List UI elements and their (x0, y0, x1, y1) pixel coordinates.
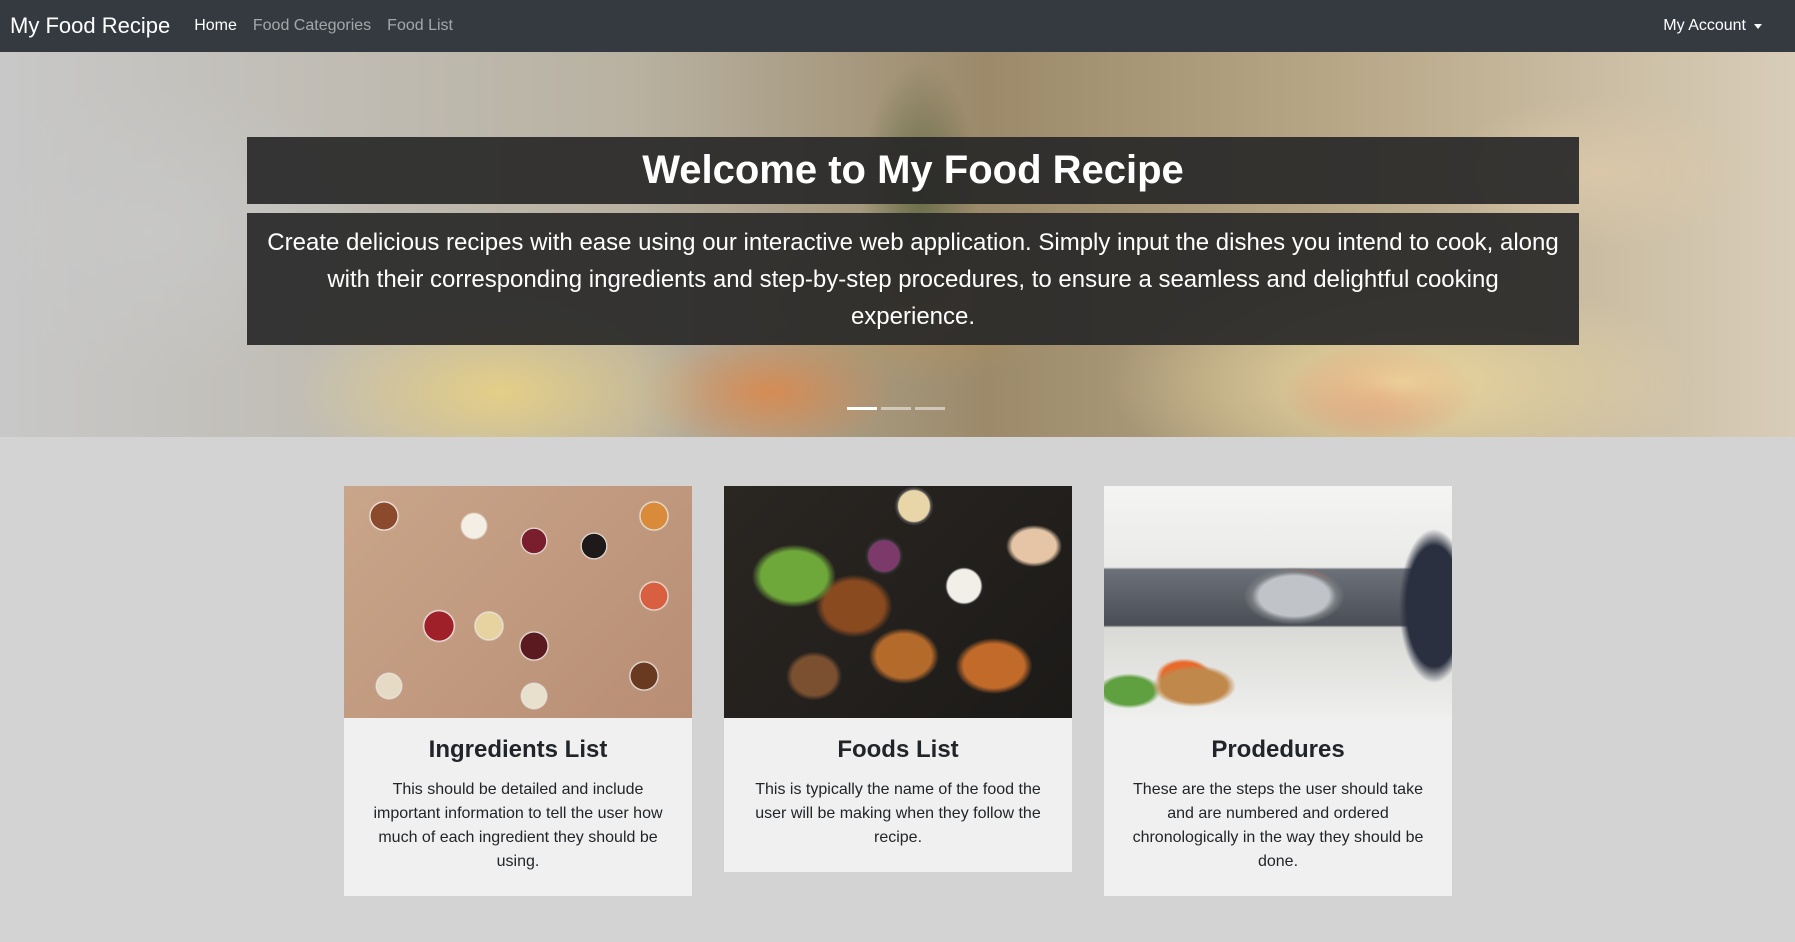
nav-links: Home Food Categories Food List (194, 17, 453, 35)
nav-link-food-categories[interactable]: Food Categories (253, 17, 371, 35)
card-foods-list: Foods List This is typically the name of… (724, 486, 1072, 872)
card-procedures: Prodedures These are the steps the user … (1104, 486, 1452, 896)
card-title: Prodedures (1211, 736, 1345, 763)
card-body: Ingredients List This should be detailed… (344, 718, 692, 896)
card-text: This is typically the name of the food t… (755, 781, 1041, 846)
hero-carousel: Welcome to My Food Recipe Create delicio… (0, 52, 1795, 437)
card-body: Prodedures These are the steps the user … (1104, 718, 1452, 896)
hero-title-box: Welcome to My Food Recipe (247, 137, 1579, 204)
carousel-indicator-1[interactable] (847, 407, 877, 410)
card-ingredients-list: Ingredients List This should be detailed… (344, 486, 692, 896)
carousel-indicators (847, 407, 945, 410)
card-title: Ingredients List (428, 736, 608, 763)
caret-down-icon (1754, 23, 1762, 29)
brand-logo-text[interactable]: My Food Recipe (10, 13, 170, 39)
feature-cards: Ingredients List This should be detailed… (344, 486, 1452, 896)
hero-title: Welcome to My Food Recipe (642, 148, 1184, 192)
top-navbar: My Food Recipe Home Food Categories Food… (0, 0, 1795, 52)
cooking-photo (1104, 486, 1452, 718)
hero-text-box: Create delicious recipes with ease using… (247, 213, 1579, 345)
my-account-dropdown[interactable]: My Account (1663, 17, 1785, 35)
carousel-indicator-2[interactable] (881, 407, 911, 410)
card-text: These are the steps the user should take… (1132, 781, 1424, 870)
hero-description: Create delicious recipes with ease using… (267, 228, 1559, 330)
nav-link-home[interactable]: Home (194, 17, 237, 35)
spices-photo (344, 486, 692, 718)
nav-link-food-list[interactable]: Food List (387, 17, 453, 35)
card-body: Foods List This is typically the name of… (724, 718, 1072, 872)
carousel-indicator-3[interactable] (915, 407, 945, 410)
foods-photo (724, 486, 1072, 718)
card-text: This should be detailed and include impo… (373, 781, 663, 870)
card-title: Foods List (837, 736, 959, 763)
my-account-label: My Account (1663, 17, 1746, 34)
